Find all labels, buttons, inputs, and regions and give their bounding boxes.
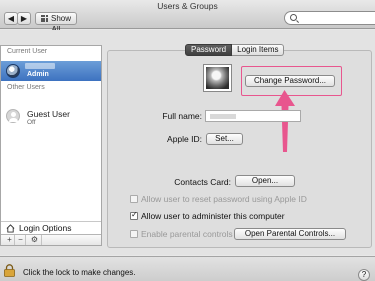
sidebar-item-admin[interactable]: Admin <box>1 61 101 81</box>
full-name-label: Full name: <box>162 111 202 121</box>
user-picture-image <box>206 67 229 89</box>
parental-controls-label: Enable parental controls <box>141 229 233 239</box>
reset-password-apple-id-checkbox[interactable] <box>130 195 138 203</box>
current-user-header: Current User <box>7 48 48 55</box>
gear-icon[interactable]: ⚙ <box>28 235 42 245</box>
search-field[interactable] <box>284 11 375 25</box>
remove-user-button[interactable]: − <box>16 235 26 245</box>
add-user-button[interactable]: + <box>5 235 15 245</box>
users-sidebar: Current User Admin Other Users Guest Use… <box>0 45 102 246</box>
parental-controls-checkbox[interactable] <box>130 230 138 238</box>
set-apple-id-button[interactable]: Set... <box>206 133 243 145</box>
user-picture[interactable] <box>203 64 232 92</box>
tab-bar: Password Login Items <box>185 44 285 56</box>
guest-avatar <box>6 109 20 123</box>
login-options-label: Login Options <box>19 223 72 233</box>
open-parental-controls-button[interactable]: Open Parental Controls... <box>234 228 346 240</box>
lock-message: Click the lock to make changes. <box>23 268 136 277</box>
chevron-right-icon: ▶ <box>20 14 28 23</box>
window-title: Users & Groups <box>157 1 218 11</box>
redacted-full-name <box>210 114 236 119</box>
change-password-button[interactable]: Change Password... <box>245 75 335 87</box>
apple-id-label: Apple ID: <box>167 134 202 144</box>
avatar <box>6 64 20 78</box>
chevron-left-icon: ◀ <box>7 14 15 23</box>
house-icon <box>6 224 15 233</box>
full-name-field[interactable] <box>205 110 301 122</box>
show-all-button[interactable]: Show All <box>35 12 77 34</box>
search-icon <box>290 14 297 21</box>
grid-icon <box>40 15 48 22</box>
login-options-item[interactable]: Login Options <box>1 221 101 234</box>
back-button[interactable]: ◀ <box>4 12 18 25</box>
help-button[interactable]: ? <box>358 269 370 281</box>
redacted-user-name <box>25 63 55 69</box>
other-users-header: Other Users <box>7 84 45 91</box>
window-titlebar: Users & Groups ◀ ▶ Show All <box>0 0 375 34</box>
guest-name: Guest User <box>27 109 70 119</box>
tab-login-items[interactable]: Login Items <box>232 44 285 56</box>
user-role: Admin <box>27 71 49 78</box>
forward-button[interactable]: ▶ <box>17 12 31 25</box>
footer-bar: Click the lock to make changes. ? <box>0 256 375 281</box>
tab-password[interactable]: Password <box>185 44 233 56</box>
open-contacts-card-button[interactable]: Open... <box>235 175 295 187</box>
guest-status: Off <box>27 119 36 126</box>
administer-computer-checkbox[interactable] <box>130 210 138 220</box>
administer-computer-label: Allow user to administer this computer <box>141 211 285 221</box>
contacts-card-label: Contacts Card: <box>174 177 231 187</box>
reset-password-apple-id-label: Allow user to reset password using Apple… <box>141 194 307 204</box>
lock-icon[interactable] <box>4 264 15 277</box>
sidebar-toolbar: + − ⚙ <box>1 234 101 245</box>
